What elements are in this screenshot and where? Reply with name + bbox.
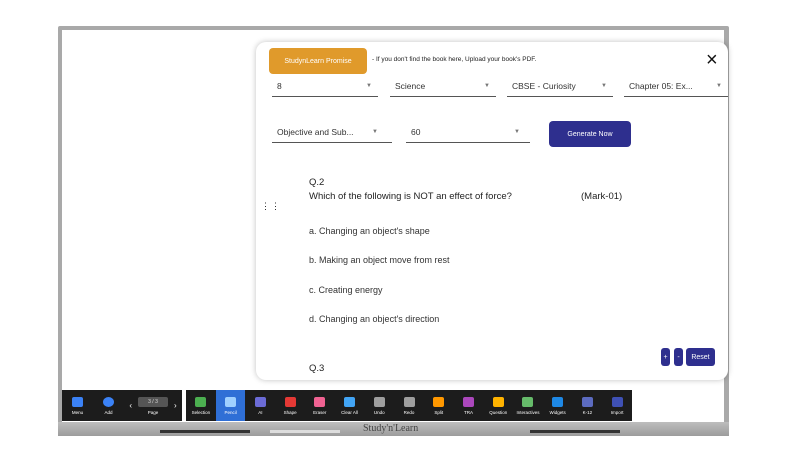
tool-label: Import [610, 409, 624, 415]
tool-label: Redo [403, 409, 415, 415]
tool-widgets[interactable]: Widgets [543, 390, 573, 421]
add-label: Add [104, 409, 113, 415]
page-indicator[interactable]: 3 / 3 [138, 396, 168, 407]
tra-icon [462, 396, 474, 407]
book-select[interactable]: CBSE - Curiosity ▼ [507, 75, 613, 97]
menu-label: Menu [71, 409, 84, 415]
tool-eraser[interactable]: Eraser [305, 390, 335, 421]
chevron-down-icon: ▼ [484, 83, 490, 89]
count-value: 60 [411, 126, 421, 137]
tool-label: AI [258, 409, 263, 415]
toolbar-left: Menu Add ‹ 3 / 3 Page › [62, 390, 182, 421]
chevron-left-icon[interactable]: ‹ [129, 401, 132, 410]
shape-icon [284, 396, 296, 407]
tool-clear-all[interactable]: Clear All [335, 390, 365, 421]
tool-tra[interactable]: TRA [454, 390, 484, 421]
selection-icon [195, 396, 207, 407]
menu-button[interactable]: Menu [62, 390, 93, 421]
question-text: Which of the following is NOT an effect … [309, 191, 512, 202]
tool-question[interactable]: Question [483, 390, 513, 421]
zoom-in-button[interactable]: + [661, 348, 670, 366]
tool-label: Undo [373, 409, 385, 415]
question-number: Q.2 [309, 177, 325, 188]
k12-icon [581, 396, 593, 407]
undo-icon [373, 396, 385, 407]
tool-ai[interactable]: AI [245, 390, 275, 421]
book-value: CBSE - Curiosity [512, 80, 576, 91]
chevron-down-icon: ▼ [366, 83, 372, 89]
question-generator-modal: StudynLearn Promise - If you don't find … [256, 42, 728, 380]
tool-undo[interactable]: Undo [364, 390, 394, 421]
tool-split[interactable]: Split [424, 390, 454, 421]
tool-label: Selection [191, 409, 211, 415]
import-icon [611, 396, 623, 407]
generate-now-button[interactable]: Generate Now [549, 121, 631, 147]
tool-label: Shape [283, 409, 297, 415]
upload-note: - If you don't find the book here, Uploa… [372, 56, 537, 63]
grid-icon [72, 396, 83, 407]
ai-icon [254, 396, 266, 407]
tool-label: Widgets [549, 409, 566, 415]
tool-label: Eraser [313, 409, 327, 415]
option-c: c. Creating energy [309, 285, 383, 295]
subject-select[interactable]: Science ▼ [390, 75, 496, 97]
reset-button[interactable]: Reset [686, 348, 715, 366]
zoom-out-button[interactable]: - [674, 348, 683, 366]
tool-label: Interactives [516, 409, 540, 415]
close-icon[interactable]: × [706, 50, 718, 70]
subject-value: Science [395, 80, 426, 91]
page-label: Page [147, 409, 159, 415]
question-icon [492, 396, 504, 407]
tool-label: TRA [463, 409, 473, 415]
bezel-bar [270, 430, 340, 433]
option-a: a. Changing an object's shape [309, 226, 430, 236]
chevron-right-icon[interactable]: › [174, 401, 177, 410]
next-question-number: Q.3 [309, 363, 325, 374]
tool-selection[interactable]: Selection [186, 390, 216, 421]
toolbar-tools: Selection Pencil AI Shape Eraser Clear All Und… [186, 390, 632, 421]
tool-pencil[interactable]: Pencil [215, 390, 246, 421]
chevron-down-icon: ▼ [601, 83, 607, 89]
add-button[interactable]: Add [93, 390, 124, 421]
plus-circle-icon [103, 396, 114, 407]
redo-icon [403, 396, 415, 407]
tool-label: Question [489, 409, 508, 415]
count-select[interactable]: 60 ▼ [406, 121, 530, 143]
tool-label: K-12 [582, 409, 593, 415]
chevron-down-icon: ▼ [514, 129, 520, 135]
tool-label: Split [434, 409, 444, 415]
chevron-down-icon: ▼ [716, 83, 722, 89]
chapter-value: Chapter 05: Ex... [629, 80, 693, 91]
option-d: d. Changing an object's direction [309, 314, 440, 324]
tool-label: Pencil [224, 409, 237, 415]
brand-logo: Study'n'Learn [363, 423, 419, 434]
tool-k-12[interactable]: K-12 [573, 390, 603, 421]
question-mark: (Mark-01) [581, 191, 623, 202]
type-value: Objective and Sub... [277, 126, 354, 137]
interactives-icon [522, 396, 534, 407]
widgets-icon [552, 396, 564, 407]
eraser-icon [314, 396, 326, 407]
bezel-bar [160, 430, 250, 433]
promise-button[interactable]: StudynLearn Promise [269, 48, 367, 74]
split-icon [433, 396, 445, 407]
tool-interactives[interactable]: Interactives [513, 390, 543, 421]
tool-import[interactable]: Import [602, 390, 632, 421]
chapter-select[interactable]: Chapter 05: Ex... ▼ [624, 75, 728, 97]
broom-icon [344, 396, 356, 407]
question-type-select[interactable]: Objective and Sub... ▼ [272, 121, 392, 143]
bezel-bar [530, 430, 620, 433]
tool-redo[interactable]: Redo [394, 390, 424, 421]
pencil-icon [225, 396, 237, 407]
drag-handle-icon[interactable]: ⋮⋮ [261, 202, 281, 211]
tool-label: Clear All [341, 409, 358, 415]
option-b: b. Making an object move from rest [309, 255, 450, 265]
chevron-down-icon: ▼ [372, 129, 378, 135]
grade-select[interactable]: 8 ▼ [272, 75, 378, 97]
page-navigator: ‹ 3 / 3 Page › [124, 390, 182, 421]
grade-value: 8 [277, 80, 282, 91]
tool-shape[interactable]: Shape [275, 390, 305, 421]
